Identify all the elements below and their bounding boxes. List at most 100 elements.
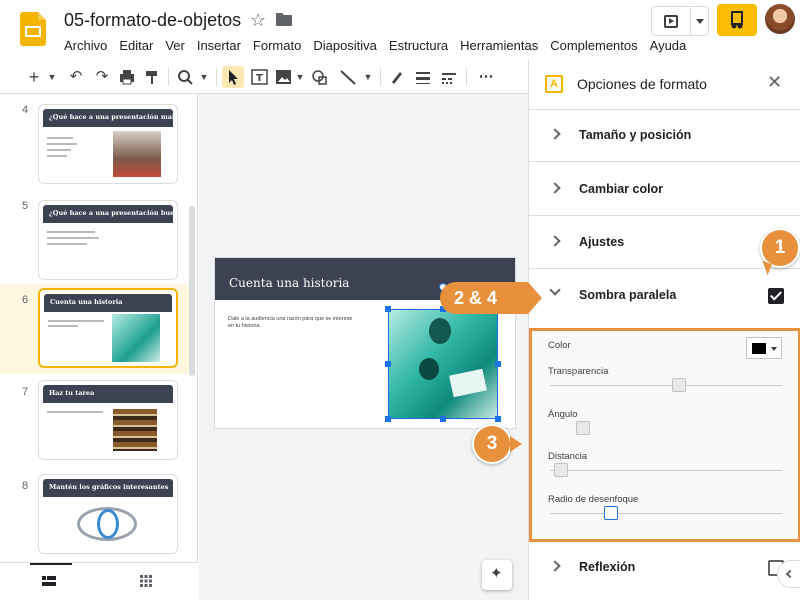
slide-thumbnail-6[interactable]: 6 Cuenta una historia (0, 284, 190, 374)
angle-control[interactable] (576, 421, 590, 435)
thumbnail-photo (113, 131, 161, 177)
share-button[interactable] (717, 4, 757, 36)
chevron-down-icon[interactable] (696, 19, 704, 24)
thumbnail-logo-core (97, 509, 119, 539)
slide-thumbnail-7[interactable]: 7 Haz tu tarea (0, 376, 190, 468)
menu-ayuda[interactable]: Ayuda (644, 36, 693, 55)
section-reflection[interactable]: Reflexión (529, 542, 800, 594)
slides-logo-icon[interactable] (20, 12, 46, 46)
callout-text: 1 (774, 237, 786, 258)
active-view-indicator (30, 563, 72, 565)
filmstrip-view-icon[interactable] (42, 576, 56, 586)
slide-number: 5 (22, 200, 29, 212)
print-icon[interactable] (118, 66, 136, 88)
select-cursor-icon[interactable] (222, 66, 244, 88)
transparency-slider-thumb[interactable] (672, 378, 686, 392)
thumbnail-title: ¿Qué hace a una presentación buena? (49, 209, 178, 217)
app-window: 05-formato-de-objetos ☆ Archivo Editar V… (0, 0, 800, 600)
text-box-icon[interactable]: T (250, 66, 270, 88)
slide-title[interactable]: Cuenta una historia (229, 276, 349, 290)
thumbnail-title: Haz tu tarea (49, 389, 95, 397)
menu-ver[interactable]: Ver (159, 36, 191, 55)
distance-slider-track[interactable] (550, 470, 782, 471)
section-adjustments[interactable]: Ajustes (529, 217, 800, 269)
new-slide-icon[interactable]: + (26, 66, 42, 88)
folder-icon[interactable] (276, 13, 292, 26)
slide-body-text[interactable]: Dale a la audiencia una razón para que s… (228, 316, 358, 330)
blur-radius-slider-track[interactable] (550, 513, 782, 514)
resize-handle-e[interactable] (495, 361, 501, 367)
redo-icon[interactable]: ↷ (92, 66, 112, 88)
section-recolor[interactable]: Cambiar color (529, 164, 800, 216)
callout-text: 3 (486, 433, 498, 454)
close-icon[interactable]: ✕ (767, 72, 782, 93)
chevron-down-icon[interactable]: ▼ (362, 66, 374, 88)
filmstrip-scrollbar[interactable] (189, 206, 195, 376)
paint-format-icon[interactable] (144, 66, 160, 88)
format-options-panel: A Opciones de formato ✕ Tamaño y posició… (528, 60, 800, 600)
border-color-icon[interactable] (388, 66, 406, 88)
drop-shadow-checkbox[interactable] (768, 288, 784, 304)
border-dash-icon[interactable] (440, 66, 458, 88)
thumbnail-title: Mantén los gráficos interesantes (49, 483, 169, 491)
thumbnail-title: ¿Qué hace a una presentación mala? (49, 113, 178, 121)
menu-editar[interactable]: Editar (113, 36, 159, 55)
chevron-down-icon[interactable]: ▼ (44, 66, 60, 88)
menu-complementos[interactable]: Complementos (544, 36, 643, 55)
line-icon[interactable] (338, 66, 358, 88)
chevron-down-icon[interactable]: ▼ (294, 66, 306, 88)
menu-bar: Archivo Editar Ver Insertar Formato Diap… (58, 36, 692, 55)
distance-label: Distancia (548, 451, 588, 462)
resize-handle-sw[interactable] (385, 416, 391, 422)
user-avatar[interactable] (765, 4, 795, 34)
transparency-slider-track[interactable] (550, 385, 782, 386)
menu-insertar[interactable]: Insertar (191, 36, 247, 55)
chevron-right-icon (549, 560, 561, 572)
shadow-color-picker[interactable] (746, 337, 782, 359)
section-size-position[interactable]: Tamaño y posición (529, 110, 800, 162)
drop-shadow-options: Color Transparencia Ángulo Distancia Rad… (529, 328, 800, 542)
slide-thumbnail-4[interactable]: 4 ¿Qué hace a una presentación mala? (0, 94, 190, 186)
more-icon[interactable]: ⋯ (476, 66, 496, 88)
resize-handle-se[interactable] (495, 416, 501, 422)
slide-canvas[interactable]: Cuenta una historia Dale a la audiencia … (199, 94, 528, 600)
document-title[interactable]: 05-formato-de-objetos (64, 10, 241, 31)
side-panel-toggle[interactable] (777, 560, 800, 588)
border-weight-icon[interactable] (414, 66, 432, 88)
slide-number: 4 (22, 104, 29, 116)
resize-handle-s[interactable] (440, 416, 446, 422)
shape-icon[interactable] (310, 66, 330, 88)
chevron-down-icon[interactable]: ▼ (198, 66, 210, 88)
blur-radius-slider-thumb[interactable] (604, 506, 618, 520)
menu-diapositiva[interactable]: Diapositiva (307, 36, 383, 55)
toolbar-separator (216, 68, 217, 86)
resize-handle-nw[interactable] (385, 306, 391, 312)
callout-3: 3 (472, 424, 512, 464)
present-divider (690, 7, 691, 35)
angle-label: Ángulo (548, 409, 578, 420)
image-icon[interactable] (274, 66, 294, 88)
chevron-down-icon (549, 284, 561, 296)
menu-formato[interactable]: Formato (247, 36, 307, 55)
zoom-icon[interactable] (176, 66, 194, 88)
callout-text: 2 & 4 (454, 288, 498, 308)
explore-button[interactable] (482, 560, 512, 590)
section-drop-shadow[interactable]: Sombra paralela (529, 270, 800, 322)
distance-slider-thumb[interactable] (554, 463, 568, 477)
menu-estructura[interactable]: Estructura (383, 36, 454, 55)
menu-archivo[interactable]: Archivo (58, 36, 113, 55)
star-icon[interactable]: ☆ (250, 10, 266, 31)
slide-thumbnail-5[interactable]: 5 ¿Qué hace a una presentación buena? (0, 190, 190, 282)
chevron-right-icon (549, 235, 561, 247)
format-options-icon: A (545, 75, 563, 93)
slide-thumbnail-8[interactable]: 8 Mantén los gráficos interesantes (0, 470, 190, 562)
section-label: Sombra paralela (579, 288, 677, 302)
undo-icon[interactable]: ↶ (66, 66, 86, 88)
section-label: Cambiar color (579, 182, 664, 196)
resize-handle-w[interactable] (385, 361, 391, 367)
grid-view-icon[interactable] (140, 575, 152, 587)
present-button[interactable] (651, 6, 709, 36)
filmstrip-view-bar (0, 562, 198, 600)
color-label: Color (548, 340, 571, 351)
menu-herramientas[interactable]: Herramientas (454, 36, 544, 55)
